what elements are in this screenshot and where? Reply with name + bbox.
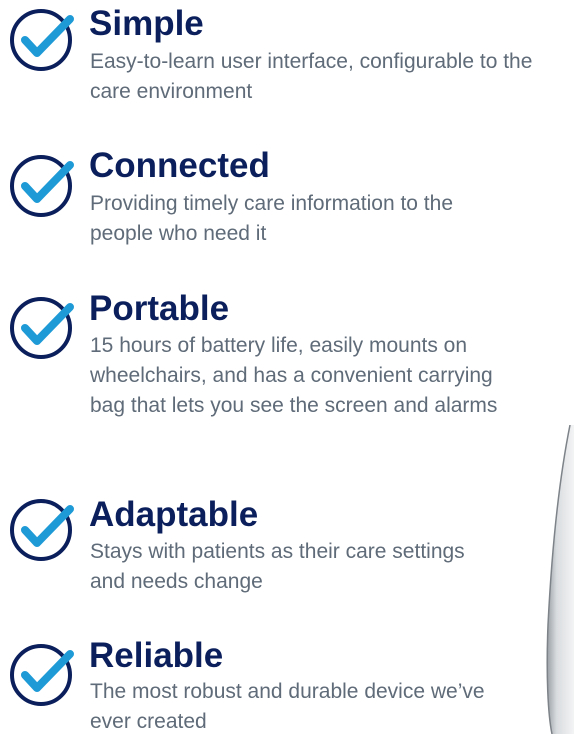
feature-title: Adaptable <box>89 495 259 534</box>
check-circle-icon <box>10 499 74 561</box>
feature-description: Stays with patients as their care settin… <box>90 540 465 593</box>
check-circle-icon <box>10 9 74 71</box>
check-circle-icon <box>10 155 74 217</box>
check-circle-icon <box>10 644 74 706</box>
feature-title: Reliable <box>89 636 224 675</box>
feature-description: Providing timely care information to the… <box>90 192 453 245</box>
feature-title: Simple <box>89 4 204 43</box>
feature-description: 15 hours of battery life, easily mounts … <box>90 334 498 417</box>
feature-title: Portable <box>89 289 230 328</box>
feature-description: The most robust and durable device we’ve… <box>90 680 485 733</box>
feature-title: Connected <box>89 146 270 185</box>
check-circle-icon <box>10 297 74 359</box>
device-edge-image <box>546 425 574 734</box>
feature-description: Easy-to-learn user interface, configurab… <box>90 50 533 103</box>
